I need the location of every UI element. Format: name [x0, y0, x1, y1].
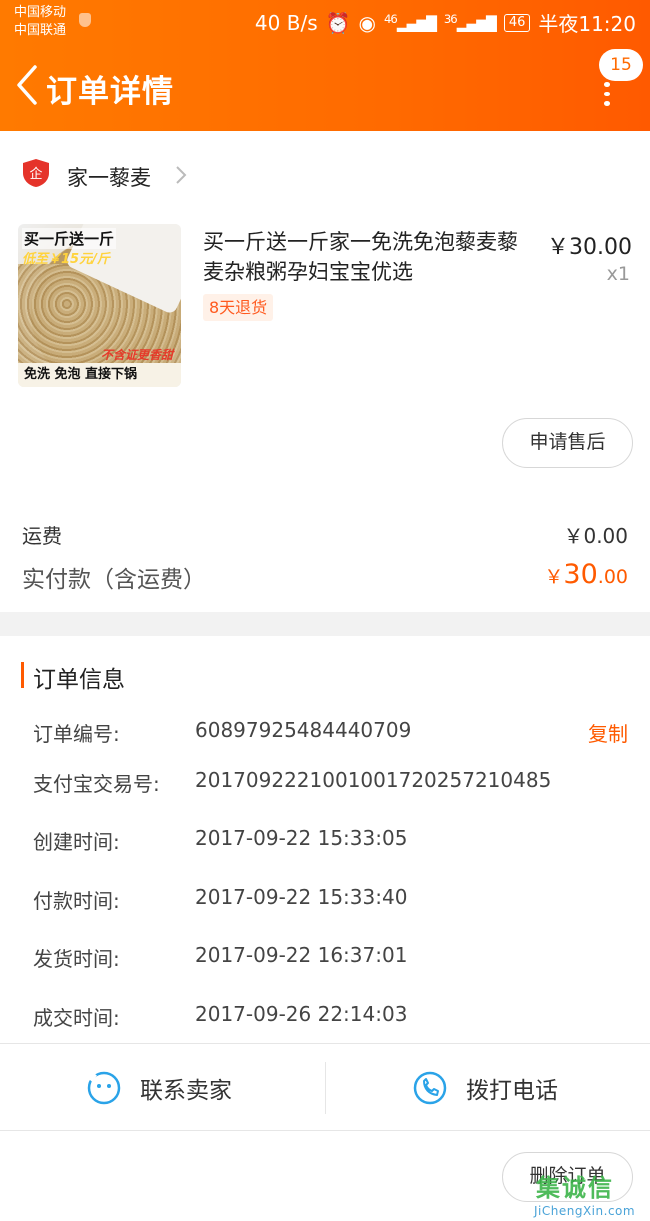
- status-carriers: 中国移动 中国联通: [14, 4, 66, 40]
- paid-currency: ￥: [544, 566, 564, 588]
- thumb-text-features: 免洗 免泡 直接下锅: [18, 363, 181, 387]
- info-label: 支付宝交易号:: [33, 772, 160, 796]
- watermark: 集诚信 JiChengXin.com: [532, 1164, 646, 1220]
- more-icon[interactable]: [598, 82, 616, 107]
- shop-badge-icon: 企: [23, 159, 49, 187]
- eye-icon: ◉: [358, 10, 376, 35]
- info-row-order-number: 订单编号: 60897925484440709 复制: [0, 718, 650, 758]
- after-sale-button[interactable]: 申请售后: [502, 418, 633, 468]
- info-row-shipped: 发货时间: 2017-09-22 16:37:01: [0, 943, 650, 983]
- status-right: 40 B/s ⏰ ◉ 46▂▄▆█ 36▂▄▆█ 46 半夜11:20: [255, 8, 636, 37]
- shipping-label: 运费: [22, 524, 62, 548]
- shop-name[interactable]: 家一藜麦: [67, 162, 151, 192]
- shop-row[interactable]: 企 家一藜麦: [0, 131, 650, 219]
- info-value: 60897925484440709: [195, 718, 412, 742]
- paid-amount: ￥30.00: [544, 559, 628, 590]
- info-row-created: 创建时间: 2017-09-22 15:33:05: [0, 826, 650, 866]
- paid-dec: .00: [597, 566, 628, 588]
- call-label: 拨打电话: [466, 1078, 558, 1104]
- contact-seller-button[interactable]: 联系卖家: [86, 1044, 232, 1132]
- info-row-completed: 成交时间: 2017-09-26 22:14:03: [0, 1002, 650, 1042]
- paid-label: 实付款（含运费）: [22, 567, 206, 593]
- section-accent-bar: [21, 662, 24, 688]
- call-button[interactable]: 拨打电话: [412, 1044, 558, 1132]
- copy-button[interactable]: 复制: [588, 718, 628, 747]
- action-divider: [325, 1062, 326, 1114]
- svg-text:企: 企: [29, 166, 42, 182]
- info-value: 2017092221001001720257210485: [195, 768, 552, 792]
- return-policy-tag: 8天退货: [203, 294, 274, 321]
- chevron-right-icon: [176, 166, 187, 184]
- info-label: 创建时间:: [33, 830, 120, 854]
- product-title[interactable]: 买一斤送一斤家一免洗免泡藜麦藜麦杂粮粥孕妇宝宝优选: [203, 227, 535, 287]
- info-label: 付款时间:: [33, 889, 120, 913]
- section-divider: [0, 612, 650, 636]
- thumb-text-price: 低至￥15元/斤: [22, 252, 110, 267]
- shield-icon: [79, 13, 91, 27]
- carrier-1: 中国移动: [14, 5, 67, 20]
- info-row-alipay-number: 支付宝交易号: 2017092221001001720257210485: [0, 768, 650, 808]
- paid-int: 30: [563, 559, 598, 590]
- header-bar: 中国移动 中国联通 40 B/s ⏰ ◉ 46▂▄▆█ 36▂▄▆█ 46 半夜…: [0, 0, 650, 131]
- info-value: 2017-09-26 22:14:03: [195, 1002, 408, 1026]
- watermark-url: JiChengXin.com: [534, 1204, 636, 1218]
- clock: 半夜11:20: [538, 12, 636, 36]
- chat-bubble-icon: [87, 1071, 121, 1105]
- info-value: 2017-09-22 16:37:01: [195, 943, 408, 967]
- network-speed: 40 B/s: [254, 10, 318, 35]
- carrier-2: 中国联通: [14, 23, 67, 38]
- action-bar: 联系卖家 拨打电话: [0, 1043, 650, 1131]
- info-label: 订单编号:: [33, 722, 120, 746]
- info-value: 2017-09-22 15:33:05: [195, 826, 408, 850]
- info-label: 成交时间:: [33, 1006, 120, 1030]
- shipping-value: ￥0.00: [563, 524, 628, 548]
- product-quantity: x1: [606, 263, 630, 285]
- thumb-text-promo: 买一斤送一斤: [22, 228, 117, 249]
- order-info-title: 订单信息: [33, 667, 125, 693]
- battery-icon: 46: [503, 13, 531, 32]
- page-title: 订单详情: [46, 74, 174, 110]
- product-thumbnail[interactable]: 买一斤送一斤 低至￥15元/斤 不含证更香甜 免洗 免泡 直接下锅: [18, 224, 181, 387]
- product-price: ￥30.00: [547, 235, 632, 260]
- contact-seller-label: 联系卖家: [140, 1078, 232, 1104]
- alarm-icon: ⏰: [325, 10, 351, 35]
- info-label: 发货时间:: [33, 947, 120, 971]
- signal-icon-1: 46▂▄▆█: [383, 12, 437, 33]
- watermark-logo: 集诚信: [536, 1174, 614, 1202]
- info-value: 2017-09-22 15:33:40: [195, 885, 408, 909]
- message-badge[interactable]: 15: [599, 49, 643, 81]
- info-row-paid: 付款时间: 2017-09-22 15:33:40: [0, 885, 650, 925]
- phone-icon: [413, 1071, 447, 1105]
- signal-icon-2: 36▂▄▆█: [443, 12, 497, 33]
- back-icon[interactable]: [12, 62, 42, 108]
- thumb-text-sweet: 不含证更香甜: [100, 348, 173, 362]
